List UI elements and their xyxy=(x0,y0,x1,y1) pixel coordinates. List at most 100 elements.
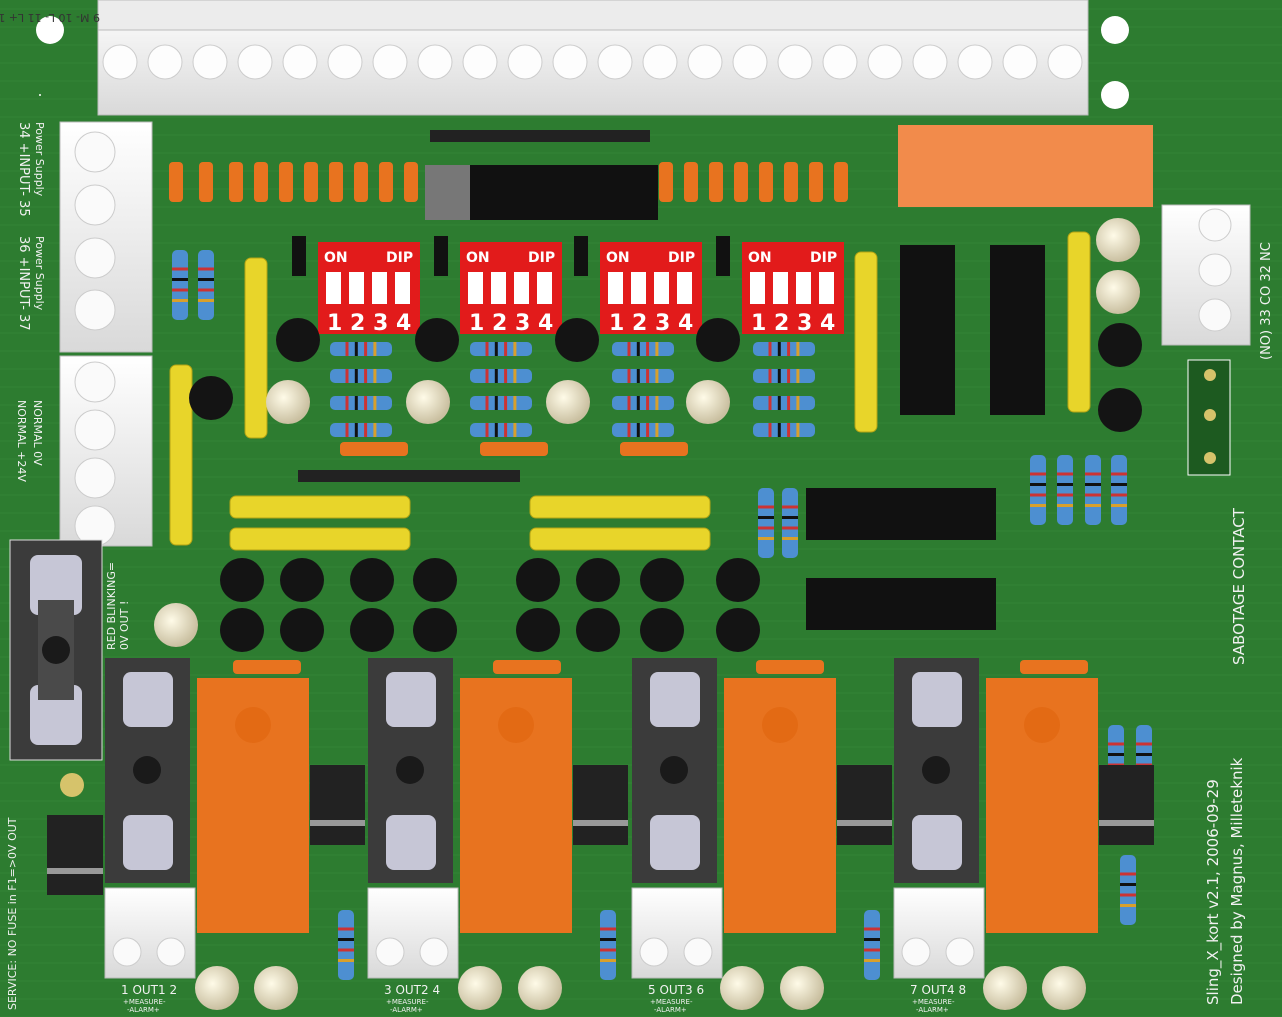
jumper[interactable] xyxy=(434,236,448,276)
resistor xyxy=(612,396,674,410)
diode xyxy=(709,162,723,202)
ps-pins-2: 36 +INPUT- 37 xyxy=(16,236,31,331)
resistor xyxy=(1085,455,1101,525)
resistor xyxy=(330,423,392,437)
dip-lever[interactable] xyxy=(819,272,834,304)
transistor xyxy=(516,558,560,602)
dip-number: 1 xyxy=(609,311,624,336)
terminal-screw xyxy=(192,44,228,80)
diode xyxy=(837,765,892,845)
led xyxy=(266,380,310,424)
terminal-screw xyxy=(687,44,723,80)
alarm-label: -ALARM+ xyxy=(654,1006,687,1014)
measure-label: +MEASURE- xyxy=(386,998,429,1006)
resistor xyxy=(612,369,674,383)
dip-number: 1 xyxy=(469,311,484,336)
diode xyxy=(620,442,688,456)
terminal-screw xyxy=(957,44,993,80)
diode xyxy=(404,162,418,202)
dip-lever[interactable] xyxy=(326,272,341,304)
measure-label: +MEASURE- xyxy=(123,998,166,1006)
transistor xyxy=(716,558,760,602)
dip-switch[interactable]: ON DIP 1 2 3 4 xyxy=(460,242,562,336)
terminal-screw xyxy=(1047,44,1083,80)
resistor xyxy=(753,423,815,437)
diode xyxy=(340,442,408,456)
transistor xyxy=(350,608,394,652)
dip-label: DIP xyxy=(668,250,695,266)
output-label: 7 OUT4 8 xyxy=(910,983,966,997)
diode xyxy=(756,660,824,674)
led xyxy=(720,966,764,1010)
led xyxy=(1042,966,1086,1010)
terminal-screw xyxy=(822,44,858,80)
top-terminal-block: 9 M- 10 L- 11 L+ 12 13 NC GND 14 M- 15 L… xyxy=(0,0,1089,116)
dip-number: 3 xyxy=(655,311,670,336)
dip-on-label: ON xyxy=(748,250,772,266)
dip-lever[interactable] xyxy=(349,272,364,304)
jumper[interactable] xyxy=(716,236,730,276)
output-terminal xyxy=(104,887,196,979)
terminal-screw xyxy=(372,44,408,80)
dip-lever[interactable] xyxy=(372,272,387,304)
jumper[interactable] xyxy=(292,236,306,276)
transistor xyxy=(1098,323,1142,367)
transistor xyxy=(276,318,320,362)
led xyxy=(154,603,198,647)
dip-lever[interactable] xyxy=(514,272,529,304)
terminal-screw xyxy=(417,44,453,80)
resistor xyxy=(198,250,214,320)
output-terminal xyxy=(631,887,723,979)
dip-lever[interactable] xyxy=(468,272,483,304)
dip-lever[interactable] xyxy=(608,272,623,304)
diode xyxy=(169,162,183,202)
dip-number: 3 xyxy=(515,311,530,336)
transistor xyxy=(280,608,324,652)
diode xyxy=(329,162,343,202)
dip-lever[interactable] xyxy=(796,272,811,304)
dip-lever[interactable] xyxy=(654,272,669,304)
resistor xyxy=(330,396,392,410)
pcb-board: 9 M- 10 L- 11 L+ 12 13 NC GND 14 M- 15 L… xyxy=(0,0,1282,1017)
dip-number: 4 xyxy=(538,311,553,336)
jumper[interactable] xyxy=(574,236,588,276)
board-designer: Designed by Magnus, Milleteknik xyxy=(1228,757,1246,1005)
diode xyxy=(1020,660,1088,674)
terminal-screw xyxy=(597,44,633,80)
transistor xyxy=(516,608,560,652)
resistor xyxy=(1057,455,1073,525)
diode xyxy=(684,162,698,202)
transistor xyxy=(640,558,684,602)
resistor xyxy=(470,342,532,356)
transistor xyxy=(576,558,620,602)
alarm-label: -ALARM+ xyxy=(916,1006,949,1014)
dip-number: 3 xyxy=(373,311,388,336)
dip-switch[interactable]: ON DIP 1 2 3 4 xyxy=(742,242,844,336)
output-label: 1 OUT1 2 xyxy=(121,983,177,997)
dip-lever[interactable] xyxy=(395,272,410,304)
dip-switch[interactable]: ON DIP 1 2 3 4 xyxy=(318,242,420,336)
dip-lever[interactable] xyxy=(677,272,692,304)
transistor xyxy=(1098,388,1142,432)
led xyxy=(254,966,298,1010)
resistor xyxy=(330,342,392,356)
resistor xyxy=(612,342,674,356)
terminal-screw xyxy=(507,44,543,80)
led xyxy=(983,966,1027,1010)
dip-lever[interactable] xyxy=(537,272,552,304)
dip-lever[interactable] xyxy=(773,272,788,304)
dip-lever[interactable] xyxy=(491,272,506,304)
dip-lever[interactable] xyxy=(631,272,646,304)
resistor xyxy=(1120,855,1136,925)
measure-label: +MEASURE- xyxy=(650,998,693,1006)
board-title: Sling_X_kort v2.1, 2006-09-29 xyxy=(1204,779,1223,1005)
output-terminal xyxy=(893,887,985,979)
dip-label: DIP xyxy=(528,250,555,266)
led xyxy=(195,966,239,1010)
dip-lever[interactable] xyxy=(750,272,765,304)
resistor xyxy=(758,488,774,558)
diode xyxy=(1099,765,1154,845)
resistor xyxy=(330,369,392,383)
dip-switch[interactable]: ON DIP 1 2 3 4 xyxy=(600,242,702,336)
terminal-screw xyxy=(867,44,903,80)
